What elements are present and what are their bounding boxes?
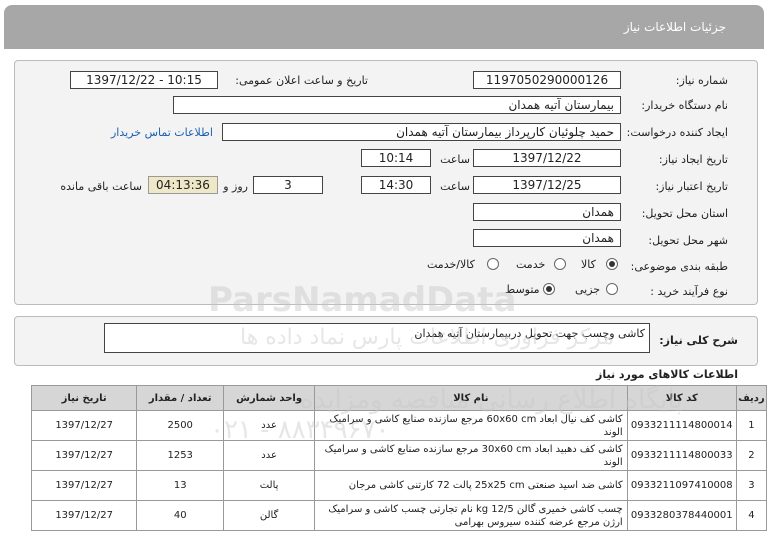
- cell-code: 0933211114800033: [626, 440, 737, 471]
- cell-name: کاشی کف نیال ابعاد 60x60 cm مرجع سازنده …: [314, 410, 628, 441]
- remaining-days-field: 3: [253, 176, 323, 194]
- cell-unit: پالت: [223, 470, 316, 501]
- need-number-label: شماره نیاز:: [675, 74, 728, 87]
- announce-datetime-label: تاریخ و ساعت اعلان عمومی:: [235, 74, 368, 87]
- cell-unit: گالن: [223, 500, 316, 531]
- created-time-label: ساعت: [440, 153, 470, 166]
- col-date: تاریخ نیاز: [30, 385, 138, 411]
- table-row: 3 0933211097410008 کاشی ضد اسید صنعتی 25…: [30, 470, 768, 501]
- table-row: 2 0933211114800033 کاشی کف دهبید ابعاد 3…: [30, 440, 768, 471]
- requester-field: حمید چلوئیان کارپرداز بیمارستان آتیه همد…: [222, 123, 621, 141]
- category-goods-service-radio[interactable]: [487, 258, 499, 270]
- remaining-time-label: ساعت باقی مانده: [60, 180, 142, 193]
- summary-field: کاشی وچسب جهت تحویل دربیمارستان آتیه همد…: [104, 323, 650, 353]
- remaining-time-field: 04:13:36: [148, 176, 218, 194]
- buyer-contact-link[interactable]: اطلاعات تماس خریدار: [111, 126, 213, 139]
- created-date-label: تاریخ ایجاد نیاز:: [658, 153, 728, 166]
- cell-unit: عدد: [223, 410, 316, 441]
- category-service-radio[interactable]: [554, 258, 566, 270]
- created-time-field: 10:14: [361, 149, 431, 167]
- process-type-label: نوع فرآیند خرید :: [650, 285, 728, 298]
- category-goods-radio[interactable]: [606, 258, 618, 270]
- cell-row: 3: [735, 470, 768, 501]
- col-qty: تعداد / مقدار: [136, 385, 225, 411]
- cell-name: کاشی کف دهبید ابعاد 30x60 cm مرجع سازنده…: [314, 440, 628, 471]
- cell-row: 4: [735, 500, 768, 531]
- category-goods-service-label: کالا/خدمت: [427, 258, 475, 271]
- validity-time-field: 14:30: [361, 176, 431, 194]
- summary-label: شرح کلی نیاز:: [659, 334, 738, 347]
- cell-code: 0933211114800014: [626, 410, 737, 441]
- cell-code: 0933211097410008: [626, 470, 737, 501]
- cell-date: 1397/12/27: [30, 500, 138, 531]
- requester-label: ایجاد کننده درخواست:: [626, 126, 728, 139]
- category-service-label: خدمت: [516, 258, 546, 271]
- cell-qty: 1253: [136, 440, 225, 471]
- cell-date: 1397/12/27: [30, 470, 138, 501]
- buyer-field: بیمارستان آتیه همدان: [173, 96, 621, 114]
- validity-date-field: 1397/12/25: [473, 176, 621, 194]
- process-medium-radio[interactable]: [543, 283, 555, 295]
- process-minor-radio[interactable]: [606, 283, 618, 295]
- city-label: شهر محل تحویل:: [648, 234, 728, 247]
- city-field: همدان: [473, 229, 621, 247]
- page-header: جزئیات اطلاعات نیاز: [4, 5, 764, 49]
- cell-row: 2: [735, 440, 768, 471]
- cell-row: 1: [735, 410, 768, 441]
- cell-qty: 13: [136, 470, 225, 501]
- cell-name: چسب کاشی خمیری گالن 12/5 kg نام تجارتی چ…: [314, 500, 628, 531]
- cell-date: 1397/12/27: [30, 410, 138, 441]
- col-row: ردیف: [735, 385, 768, 411]
- buyer-label: نام دستگاه خریدار:: [641, 99, 728, 112]
- process-medium-label: متوسط: [505, 283, 540, 296]
- process-minor-label: جزیی: [575, 283, 601, 296]
- cell-unit: عدد: [223, 440, 316, 471]
- need-number-field: 1197050290000126: [473, 71, 621, 89]
- col-unit: واحد شمارش: [223, 385, 316, 411]
- province-label: استان محل تحویل:: [641, 207, 728, 220]
- province-field: همدان: [473, 203, 621, 221]
- page-title: جزئیات اطلاعات نیاز: [623, 20, 726, 34]
- cell-date: 1397/12/27: [30, 440, 138, 471]
- cell-qty: 2500: [136, 410, 225, 441]
- validity-date-label: تاریخ اعتبار نیاز:: [655, 180, 728, 193]
- validity-time-label: ساعت: [440, 180, 470, 193]
- col-code: کد کالا: [626, 385, 737, 411]
- category-label: طبقه بندی موضوعی:: [630, 260, 728, 273]
- remaining-days-label: روز و: [223, 180, 248, 193]
- created-date-field: 1397/12/22: [473, 149, 621, 167]
- cell-name: کاشی ضد اسید صنعتی 25x25 cm پالت 72 کارت…: [314, 470, 628, 501]
- category-goods-label: کالا: [581, 258, 596, 271]
- items-table-header: ردیف کد کالا نام کالا واحد شمارش تعداد /…: [30, 385, 768, 411]
- cell-code: 0933280378440001: [626, 500, 737, 531]
- items-table: ردیف کد کالا نام کالا واحد شمارش تعداد /…: [30, 385, 768, 531]
- items-section-title: اطلاعات کالاهای مورد نیاز: [596, 368, 738, 381]
- table-row: 4 0933280378440001 چسب کاشی خمیری گالن 1…: [30, 500, 768, 531]
- announce-datetime-field: 1397/12/22 - 10:15: [70, 71, 218, 89]
- table-row: 1 0933211114800014 کاشی کف نیال ابعاد 60…: [30, 410, 768, 441]
- cell-qty: 40: [136, 500, 225, 531]
- col-name: نام کالا: [314, 385, 628, 411]
